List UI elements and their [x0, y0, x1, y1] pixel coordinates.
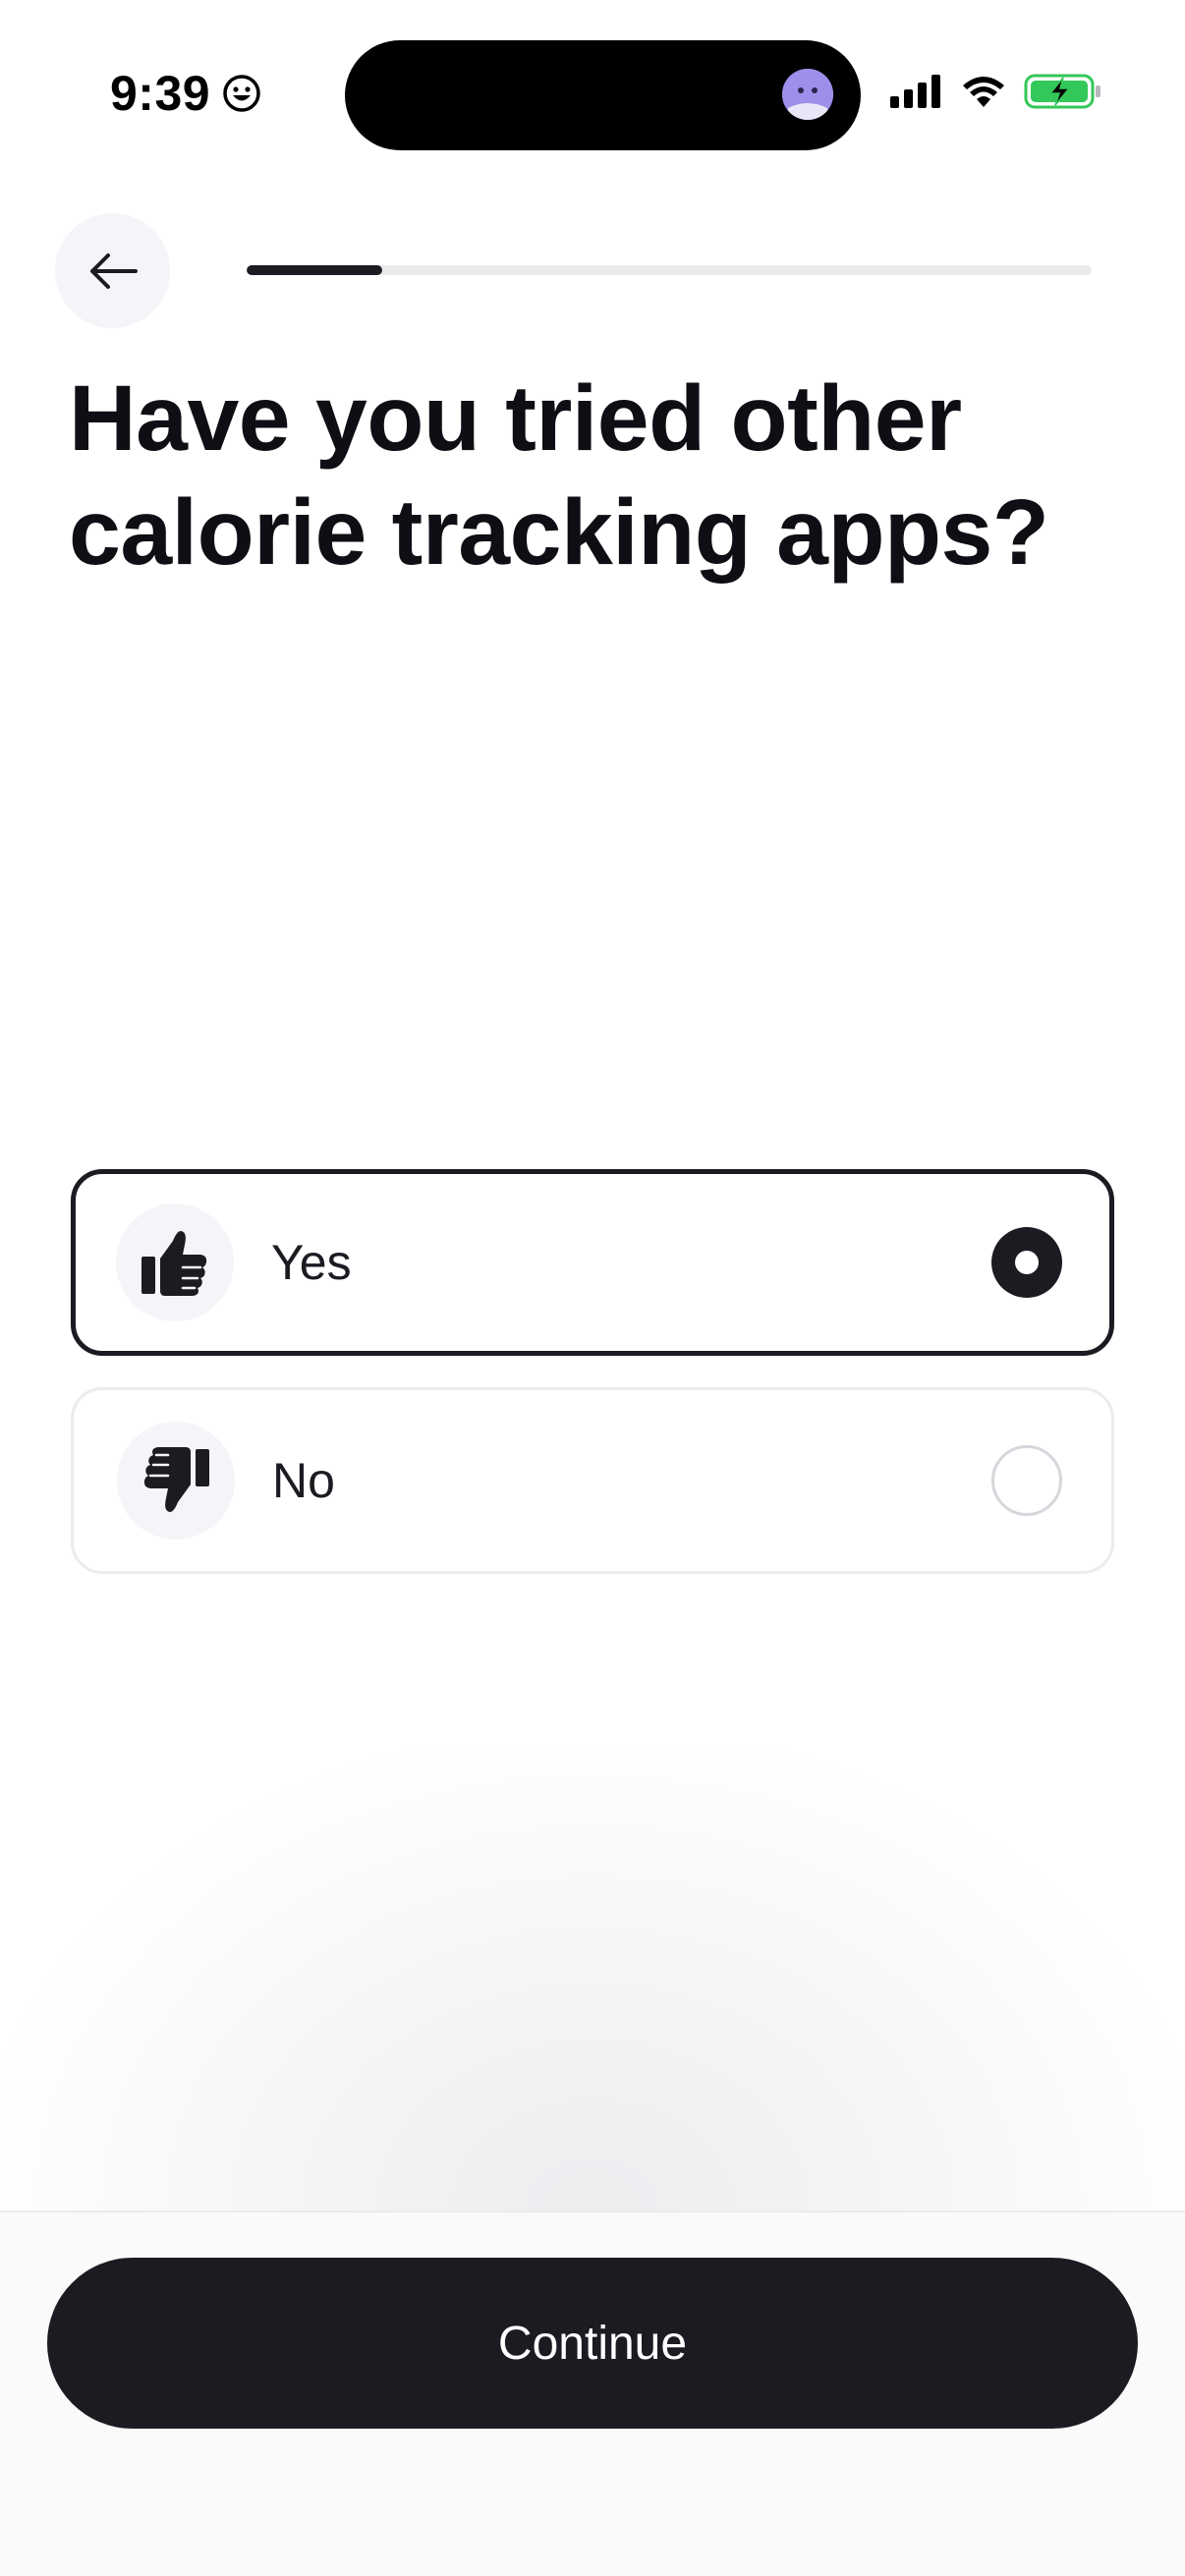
status-bar: 9:39: [0, 0, 1185, 187]
option-no-radio[interactable]: [991, 1445, 1062, 1516]
option-no-label: No: [272, 1453, 335, 1508]
bottom-fade: [0, 1749, 1185, 2211]
progress-bar: [247, 265, 1092, 275]
thumbs-up-icon: [141, 1231, 207, 1296]
page-title: Have you tried other calorie tracking ap…: [69, 366, 1049, 585]
arrow-left-icon: [89, 252, 138, 289]
option-no[interactable]: No: [71, 1387, 1114, 1574]
option-no-icon-wrap: [117, 1422, 235, 1540]
cellular-signal-icon: [890, 75, 940, 108]
progress-bar-fill: [247, 265, 382, 275]
status-time-group: 9:39: [110, 65, 261, 122]
battery-charging-icon: [1024, 74, 1100, 109]
option-yes-radio[interactable]: [991, 1227, 1062, 1298]
smiley-icon: [223, 75, 260, 112]
thumbs-down-icon: [143, 1447, 209, 1512]
screen: 9:39 Have you tried other calorie tracki…: [0, 0, 1185, 2576]
island-avatar-icon: [782, 69, 833, 120]
wifi-icon: [963, 77, 1004, 107]
status-right-icons: [890, 73, 1102, 110]
continue-button[interactable]: Continue: [47, 2258, 1138, 2429]
option-yes[interactable]: Yes: [71, 1169, 1114, 1356]
option-yes-label: Yes: [271, 1235, 352, 1290]
option-yes-icon-wrap: [116, 1204, 234, 1321]
back-button[interactable]: [55, 213, 170, 328]
status-time: 9:39: [110, 66, 211, 121]
